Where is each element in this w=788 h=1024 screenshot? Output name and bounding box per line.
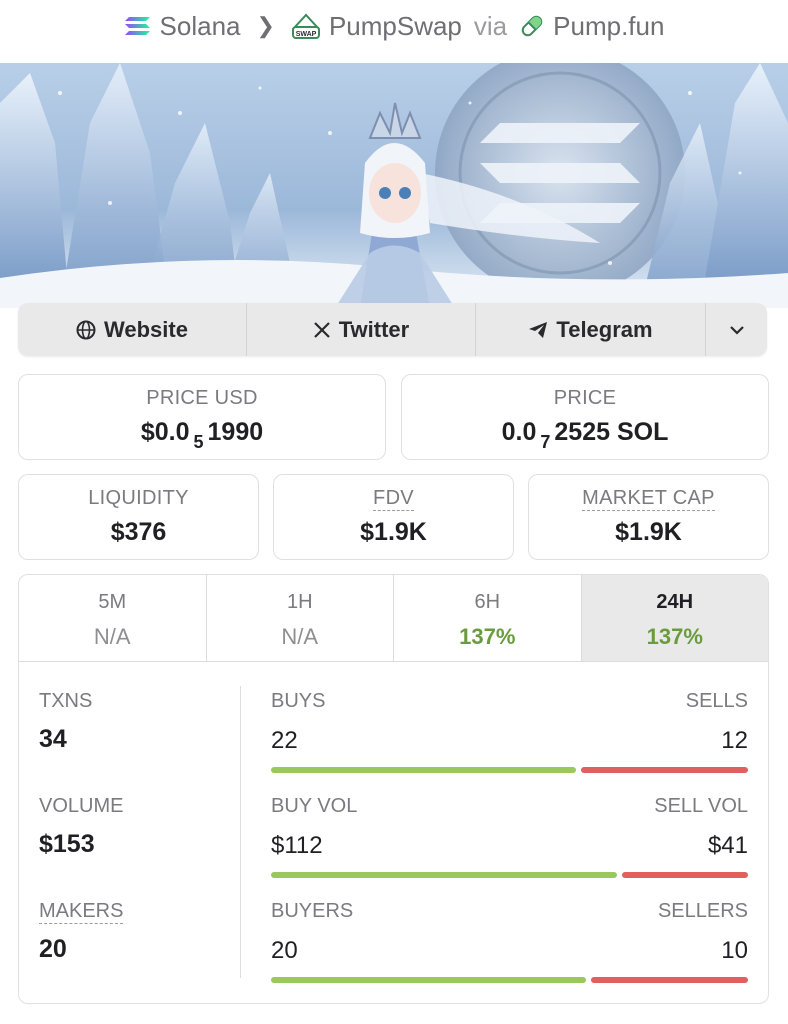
website-link-button[interactable]: Website (18, 303, 247, 356)
buys-value: 22 (271, 727, 298, 754)
market-cap-label[interactable]: MARKET CAP (582, 487, 715, 511)
more-links-dropdown[interactable] (706, 303, 768, 356)
telegram-link-button[interactable]: Telegram (476, 303, 706, 356)
pumpswap-icon: SWAP (291, 13, 321, 39)
buyers-bar-fill (271, 977, 586, 983)
sell-vol-label: SELL VOL (654, 795, 748, 817)
price-usd-value: $0.0 5 1990 (140, 418, 264, 452)
price-usd-card: PRICE USD $0.0 5 1990 (18, 374, 386, 460)
x-icon (313, 321, 330, 338)
makers-value: 20 (39, 935, 67, 963)
liquidity-value: $376 (110, 518, 167, 546)
buyers-label: BUYERS (271, 900, 354, 922)
price-usd-label: PRICE USD (146, 387, 258, 409)
makers-label[interactable]: MAKERS (39, 900, 124, 924)
volume-stat: VOLUME $153 (39, 795, 123, 859)
breadcrumb-chain-label: Solana (159, 10, 241, 41)
txns-value: 34 (39, 725, 67, 753)
tab-1h-label: 1H (286, 591, 313, 613)
breadcrumb-dex-label: PumpSwap (328, 10, 462, 41)
market-cap-card: MARKET CAP $1.9K (528, 474, 769, 560)
tab-24h-label: 24H (656, 591, 694, 613)
makers-stat: MAKERS 20 (39, 900, 124, 964)
breadcrumb-via: via (473, 10, 508, 41)
twitter-link-label: Twitter (338, 316, 410, 342)
liquidity-card: LIQUIDITY $376 (18, 474, 259, 560)
breadcrumb-launchpad-label: Pump.fun (553, 10, 665, 41)
breadcrumb-dex[interactable]: SWAP PumpSwap (291, 11, 462, 42)
globe-icon (76, 320, 96, 339)
tab-24h[interactable]: 24H 137% (581, 575, 768, 661)
svg-text:SWAP: SWAP (296, 31, 317, 38)
stats-body: TXNS 34 VOLUME $153 MAKERS 20 BUYS SELLS… (19, 662, 768, 1002)
sells-label: SELLS (685, 690, 748, 712)
buy-sell-volume-stat: BUY VOL SELL VOL $112 $41 (271, 795, 748, 878)
fdv-card: FDV $1.9K (273, 474, 514, 560)
txns-label: TXNS (39, 690, 93, 712)
volume-value: $153 (39, 830, 95, 858)
buyers-sellers-bar (271, 977, 748, 983)
trading-stats-panel: 5M N/A 1H N/A 6H 137% 24H 137% TXNS 34 V… (18, 574, 769, 1004)
pill-icon (521, 15, 543, 37)
buy-sell-volume-bar (271, 872, 748, 878)
telegram-link-label: Telegram (556, 316, 653, 342)
buys-bar-fill (271, 767, 576, 773)
tab-5m-label: 5M (98, 591, 127, 613)
sellers-bar-fill (591, 977, 748, 983)
twitter-link-button[interactable]: Twitter (247, 303, 476, 356)
price-native-card: PRICE 0.0 7 2525 SOL (401, 374, 769, 460)
tab-24h-change: 137% (646, 624, 703, 649)
buys-label: BUYS (271, 690, 326, 712)
chevron-down-icon (730, 325, 744, 335)
timeframe-tabs: 5M N/A 1H N/A 6H 137% 24H 137% (19, 575, 768, 662)
buy-vol-label: BUY VOL (271, 795, 358, 817)
tab-6h[interactable]: 6H 137% (394, 575, 582, 661)
chevron-right-icon: ❯ (256, 13, 275, 38)
telegram-icon (529, 321, 548, 338)
tab-6h-change: 137% (459, 624, 516, 649)
social-links-bar: Website Twitter Telegram (18, 303, 767, 356)
market-cap-value: $1.9K (615, 518, 682, 546)
token-banner-image (0, 63, 788, 308)
txns-stat: TXNS 34 (39, 690, 92, 754)
buy-vol-value: $112 (271, 832, 323, 859)
sells-bar-fill (581, 767, 748, 773)
breadcrumb-chain[interactable]: Solana (124, 11, 241, 42)
buys-sells-stat: BUYS SELLS 22 12 (271, 690, 748, 773)
breadcrumb-launchpad[interactable]: Pump.fun (519, 11, 664, 42)
sell-vol-value: $41 (707, 832, 748, 859)
buys-sells-bar (271, 767, 748, 773)
buy-vol-bar-fill (271, 872, 617, 878)
tab-1h-change: N/A (281, 624, 319, 649)
breadcrumb: Solana ❯ SWAP PumpSwap via Pump.fun (0, 0, 788, 52)
fdv-value: $1.9K (360, 518, 427, 546)
liquidity-label: LIQUIDITY (88, 487, 189, 509)
buyers-sellers-stat: BUYERS SELLERS 20 10 (271, 900, 748, 983)
sell-vol-bar-fill (622, 872, 748, 878)
stats-divider (240, 686, 241, 978)
sellers-label: SELLERS (657, 900, 748, 922)
price-native-label: PRICE (553, 387, 617, 409)
tab-5m-change: N/A (93, 624, 131, 649)
solana-icon (124, 17, 150, 35)
sellers-value: 10 (721, 937, 748, 964)
tab-6h-label: 6H (474, 591, 501, 613)
tab-1h[interactable]: 1H N/A (207, 575, 394, 661)
buyers-value: 20 (271, 937, 298, 964)
volume-label: VOLUME (39, 795, 124, 817)
tab-5m[interactable]: 5M N/A (19, 575, 207, 661)
fdv-label[interactable]: FDV (373, 487, 414, 511)
price-native-value: 0.0 7 2525 SOL (501, 418, 669, 452)
website-link-label: Website (104, 316, 188, 342)
sells-value: 12 (721, 727, 748, 754)
